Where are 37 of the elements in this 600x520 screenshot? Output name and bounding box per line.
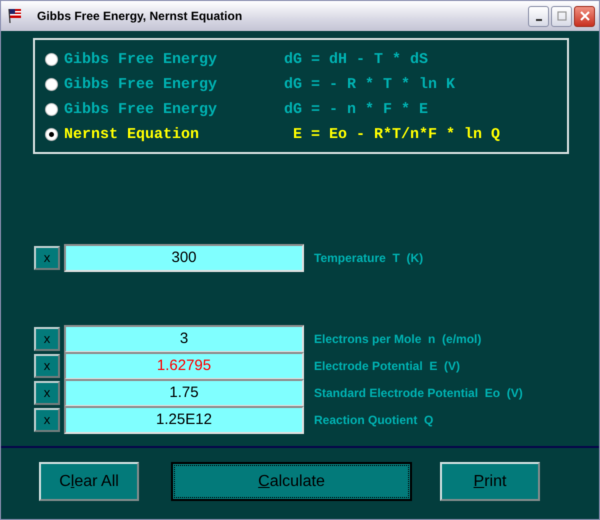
option-label[interactable]: Gibbs Free Energy — [64, 101, 284, 118]
input-field[interactable]: 1.62795 — [64, 352, 304, 380]
minimize-button[interactable] — [528, 6, 549, 26]
equation-text: dG = - R * T * ln K — [284, 76, 456, 93]
action-button[interactable]: Print — [440, 462, 540, 501]
equation-text: dG = dH - T * dS — [284, 51, 428, 68]
input-field[interactable]: 1.75 — [64, 378, 304, 406]
close-icon — [580, 11, 590, 21]
flag-icon — [7, 8, 23, 24]
equation-text: E = Eo - R*T/n*F * ln Q — [292, 126, 500, 143]
clear-field-button[interactable]: x — [34, 354, 60, 378]
window-title: Gibbs Free Energy, Nernst Equation — [37, 9, 244, 23]
field-label: Reaction Quotient Q — [314, 412, 434, 426]
maximize-icon — [556, 11, 566, 21]
action-button[interactable]: Calculate — [171, 462, 412, 501]
field-label: Electrode Potential E (V) — [314, 358, 460, 372]
radio-button[interactable] — [45, 78, 58, 91]
input-field[interactable]: 300 — [64, 244, 304, 272]
clear-field-button[interactable]: x — [34, 408, 60, 432]
minimize-icon — [536, 19, 542, 21]
field-label: Temperature T (K) — [314, 250, 424, 264]
close-button[interactable] — [574, 6, 595, 26]
radio-button[interactable] — [45, 103, 58, 116]
radio-button[interactable] — [45, 128, 58, 141]
option-label[interactable]: Nernst Equation — [64, 126, 284, 143]
option-label[interactable]: Gibbs Free Energy — [64, 51, 284, 68]
radio-button[interactable] — [45, 53, 58, 66]
equation-text: dG = - n * F * E — [284, 101, 428, 118]
field-label: Electrons per Mole n (e/mol) — [314, 332, 482, 346]
clear-field-button[interactable]: x — [34, 246, 60, 270]
action-button[interactable]: Clear All — [39, 462, 139, 501]
input-field[interactable]: 1.25E12 — [64, 406, 304, 434]
clear-field-button[interactable]: x — [34, 326, 60, 350]
option-label[interactable]: Gibbs Free Energy — [64, 76, 284, 93]
input-field[interactable]: 3 — [64, 324, 304, 352]
clear-field-button[interactable]: x — [34, 380, 60, 404]
field-label: Standard Electrode Potential Eo (V) — [314, 386, 523, 400]
